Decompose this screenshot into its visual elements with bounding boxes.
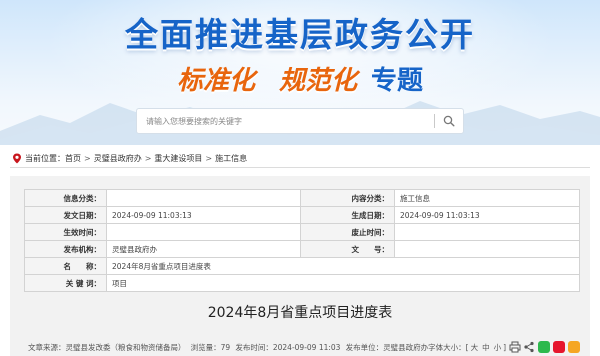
subtitle-normalization: 规范化 <box>278 66 357 96</box>
font-size-small[interactable]: 小 <box>494 342 502 353</box>
article-source: 文章来源：灵璧县发改委（粮食和物资储备局） <box>28 342 186 352</box>
effective-time-label: 生效时间： <box>24 223 107 241</box>
content-category-label: 内容分类： <box>300 189 395 207</box>
breadcrumb-prefix: 当前位置： <box>25 153 65 163</box>
breadcrumb-separator: > <box>205 153 213 163</box>
breadcrumb-separator: > <box>84 153 91 163</box>
banner-subtitle: 标准化 规范化 专题 <box>0 60 600 97</box>
font-size-large[interactable]: 大 <box>471 342 479 353</box>
publish-time: 发布时间：2024-09-09 11:03 <box>235 342 341 352</box>
publisher: 发布单位：灵璧县政府办 <box>345 342 429 352</box>
document-title: 2024年8月省重点项目进度表 <box>207 305 393 321</box>
table-row: 生效时间： 废止时间： <box>24 223 580 241</box>
issue-date-label: 发文日期： <box>24 206 107 224</box>
wechat-share-icon[interactable] <box>538 341 550 353</box>
breadcrumb-separator: > <box>144 153 152 163</box>
publisher-org-value: 灵璧县政府办 <box>106 240 301 258</box>
qzone-share-icon[interactable] <box>568 341 580 353</box>
article-tools: 字体大小： [ 大 中 小 ] <box>428 341 580 353</box>
print-icon[interactable] <box>509 341 521 353</box>
search-input[interactable] <box>137 109 434 133</box>
bracket-open: [ <box>465 342 469 352</box>
banner: 全面推进基层政务公开 标准化 规范化 专题 <box>0 0 600 145</box>
info-category-value <box>106 189 301 207</box>
view-count: 浏览量：79 <box>190 342 231 352</box>
breadcrumb-major-projects[interactable]: 重大建设项目 <box>154 153 202 164</box>
info-category-label: 信息分类： <box>24 189 107 207</box>
info-table: 信息分类： 内容分类： 施工信息 发文日期： 2024-09-09 11:03:… <box>24 189 580 292</box>
name-value: 2024年8月省重点项目进度表 <box>106 257 580 275</box>
subtitle-standardization: 标准化 <box>176 66 255 96</box>
bracket-close: ] <box>503 342 506 352</box>
breadcrumb-home[interactable]: 首页 <box>65 153 81 164</box>
article-meta: 文章来源：灵璧县发改委（粮食和物资储备局） 浏览量：79 发布时间：2024-0… <box>28 340 580 354</box>
issue-date-value: 2024-09-09 11:03:13 <box>106 206 301 224</box>
breadcrumb-divider <box>10 167 590 168</box>
search-icon <box>443 115 455 127</box>
table-row: 信息分类： 内容分类： 施工信息 <box>24 189 580 207</box>
breadcrumb: 当前位置： 首页 > 灵璧县政府办 > 重大建设项目 > 施工信息 <box>12 151 247 165</box>
publisher-org-label: 发布机构： <box>24 240 107 258</box>
location-pin-icon <box>13 153 21 163</box>
weibo-share-icon[interactable] <box>553 341 565 353</box>
subtitle-topic: 专题 <box>371 66 424 96</box>
keyword-label: 关 键 词： <box>24 274 107 292</box>
table-row: 发文日期： 2024-09-09 11:03:13 生成日期： 2024-09-… <box>24 206 580 224</box>
expiry-time-value <box>394 223 580 241</box>
keyword-value: 项目 <box>106 274 580 292</box>
table-row: 名 称： 2024年8月省重点项目进度表 <box>24 257 580 275</box>
content-category-value: 施工信息 <box>394 189 580 207</box>
search-button[interactable] <box>435 109 463 133</box>
effective-time-value <box>106 223 301 241</box>
banner-title: 全面推进基层政务公开 <box>125 15 475 54</box>
table-row: 关 键 词： 项目 <box>24 274 580 292</box>
created-date-value: 2024-09-09 11:03:13 <box>394 206 580 224</box>
font-size-medium[interactable]: 中 <box>482 342 490 353</box>
document-number-value <box>394 240 580 258</box>
created-date-label: 生成日期： <box>300 206 395 224</box>
breadcrumb-office[interactable]: 灵璧县政府办 <box>94 153 142 164</box>
breadcrumb-construction-info[interactable]: 施工信息 <box>215 153 247 164</box>
table-row: 发布机构： 灵璧县政府办 文 号： <box>24 240 580 258</box>
expiry-time-label: 废止时间： <box>300 223 395 241</box>
document-number-label: 文 号： <box>300 240 395 258</box>
search-box <box>136 108 464 134</box>
name-label: 名 称： <box>24 257 107 275</box>
share-icon[interactable] <box>523 341 535 353</box>
font-size-label: 字体大小： <box>428 342 466 352</box>
